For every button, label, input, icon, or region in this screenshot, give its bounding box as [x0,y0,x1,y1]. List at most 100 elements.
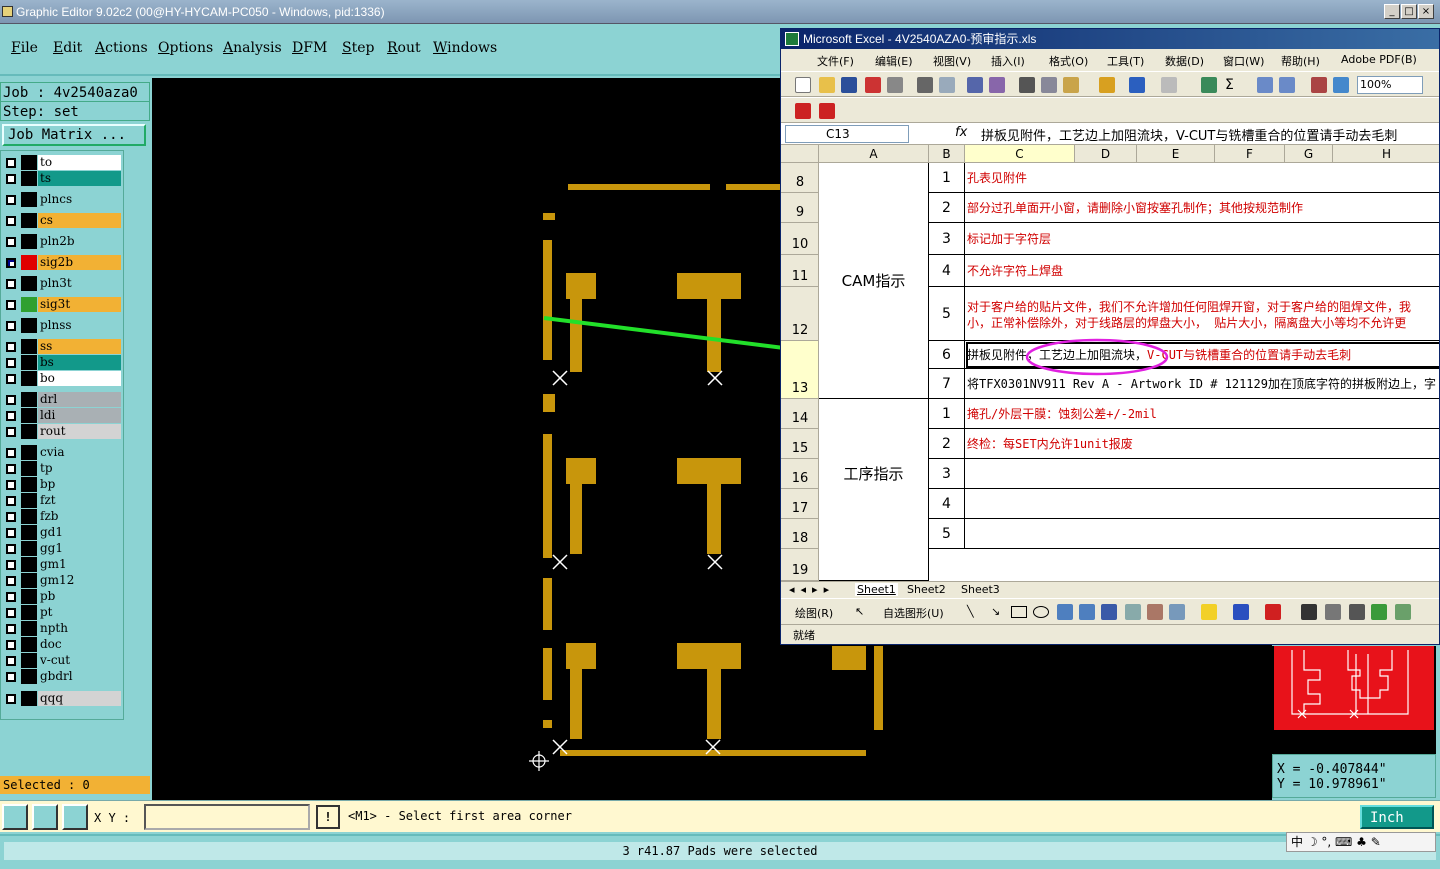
layer-color-swatch[interactable] [21,213,37,228]
layer-name[interactable]: gm12 [38,573,121,588]
layer-name[interactable]: cs [38,213,121,228]
cam-item-number[interactable]: 1 [929,163,965,193]
layer-row-drl[interactable]: drl [3,392,121,407]
maximize-button[interactable]: □ [1401,4,1417,19]
layer-name[interactable]: ldi [38,408,121,423]
clipart-icon[interactable] [1147,604,1163,620]
layer-row-pln2b[interactable]: pln2b [3,234,121,249]
layer-color-swatch[interactable] [21,509,37,524]
layer-checkbox[interactable] [6,158,16,168]
layer-color-swatch[interactable] [21,621,37,636]
column-header-d[interactable]: D [1075,145,1137,163]
spelling-icon[interactable] [967,77,983,93]
layer-name[interactable]: pb [38,589,121,604]
new-icon[interactable] [795,77,811,93]
layer-color-swatch[interactable] [21,493,37,508]
layer-row-gm12[interactable]: gm12 [3,573,121,588]
layer-name[interactable]: cvia [38,445,121,460]
vertical-textbox-icon[interactable] [1079,604,1095,620]
layer-name[interactable]: sig2b [38,255,121,270]
layer-row-fzt[interactable]: fzt [3,493,121,508]
layer-name[interactable]: pln3t [38,276,121,291]
layer-checkbox[interactable] [6,321,16,331]
layer-row-ts[interactable]: ts [3,171,121,186]
layer-color-swatch[interactable] [21,424,37,439]
layer-color-swatch[interactable] [21,392,37,407]
menu-actions[interactable]: Actions [95,40,148,56]
cam-item-text-cell[interactable]: 对于客户给的贴片文件，我们不允许增加任何阻焊开窗，对于客户给的阻焊文件，我 小，正… [965,287,1439,341]
tab-sheet3[interactable]: Sheet3 [961,583,1000,596]
group-cam-cell[interactable]: CAM指示 [819,163,929,399]
open-icon[interactable] [819,77,835,93]
job-matrix-button[interactable]: Job Matrix ... [2,124,146,146]
excel-menu-help[interactable]: 帮助(H) [1281,53,1320,69]
process-item-number[interactable]: 4 [929,489,965,519]
grid-snap-icon[interactable] [62,804,88,830]
autosum-icon[interactable]: Σ [1225,77,1241,93]
cam-item-number[interactable]: 7 [929,369,965,399]
excel-window[interactable]: Microsoft Excel - 4V2540AZA0-预审指示.xls 文件… [780,28,1440,645]
sort-descending-icon[interactable] [1279,77,1295,93]
layer-row-gg1[interactable]: gg1 [3,541,121,556]
layer-row-fzb[interactable]: fzb [3,509,121,524]
layer-name[interactable]: fzt [38,493,121,508]
layer-row-cs[interactable]: cs [3,213,121,228]
arrow-style-icon[interactable] [1349,604,1365,620]
layer-checkbox[interactable] [6,448,16,458]
pointer-icon[interactable]: ↖ [855,605,864,618]
layer-color-swatch[interactable] [21,318,37,333]
layer-color-swatch[interactable] [21,171,37,186]
layer-row-to[interactable]: to [3,155,121,170]
layer-row-pb[interactable]: pb [3,589,121,604]
layer-name[interactable]: gg1 [38,541,121,556]
layer-checkbox[interactable] [6,237,16,247]
email-icon[interactable] [887,77,903,93]
pdf-email-icon[interactable] [819,103,835,119]
layer-name[interactable]: pln2b [38,234,121,249]
column-header-g[interactable]: G [1285,145,1333,163]
ime-toolbar[interactable]: 中 ☽ °, ⌨ ♣ ✎ [1286,832,1436,852]
process-item-text-cell[interactable] [965,489,1439,519]
process-item-text-cell[interactable]: 终检：每SET内允许1unit报废 [965,429,1439,459]
row-header-8[interactable]: 8 [781,163,819,193]
layer-color-swatch[interactable] [21,234,37,249]
hyperlink-icon[interactable] [1201,77,1217,93]
redo-icon[interactable] [1161,77,1177,93]
layer-name[interactable]: bo [38,371,121,386]
row-header-18[interactable]: 18 [781,519,819,549]
column-header-a[interactable]: A [819,145,929,163]
alert-button[interactable]: ! [316,805,340,829]
drawing-icon[interactable] [1333,77,1349,93]
excel-menu-view[interactable]: 视图(V) [933,53,971,69]
oval-icon[interactable] [1033,606,1049,618]
process-item-text-cell[interactable] [965,459,1439,489]
excel-menu-window[interactable]: 窗口(W) [1223,53,1264,69]
layer-row-doc[interactable]: doc [3,637,121,652]
excel-menu-adobe-pdf[interactable]: Adobe PDF(B) [1341,53,1417,66]
row-header-12[interactable]: 12 [781,287,819,341]
layer-name[interactable]: to [38,155,121,170]
layer-color-swatch[interactable] [21,669,37,684]
layer-color-swatch[interactable] [21,155,37,170]
menu-windows[interactable]: Windows [433,40,497,56]
layer-name[interactable]: ts [38,171,121,186]
layer-checkbox[interactable] [6,374,16,384]
diagram-icon[interactable] [1125,604,1141,620]
layer-row-gd1[interactable]: gd1 [3,525,121,540]
layer-color-swatch[interactable] [21,691,37,706]
column-header-b[interactable]: B [929,145,965,163]
minimize-button[interactable]: _ [1384,4,1400,19]
layer-row-v-cut[interactable]: v-cut [3,653,121,668]
row-header-17[interactable]: 17 [781,489,819,519]
cam-item-text-cell[interactable]: 标记加于字符层 [965,223,1439,255]
layer-name[interactable]: pt [38,605,121,620]
excel-menu-tools[interactable]: 工具(T) [1107,53,1144,69]
arrow-icon[interactable]: ↘ [991,605,1000,618]
cam-item-text-cell[interactable]: 不允许字符上焊盘 [965,255,1439,287]
print-preview-icon[interactable] [939,77,955,93]
layer-name[interactable]: doc [38,637,121,652]
layer-checkbox[interactable] [6,624,16,634]
layer-row-gm1[interactable]: gm1 [3,557,121,572]
process-item-number[interactable]: 3 [929,459,965,489]
layer-row-qqq[interactable]: qqq [3,691,121,706]
